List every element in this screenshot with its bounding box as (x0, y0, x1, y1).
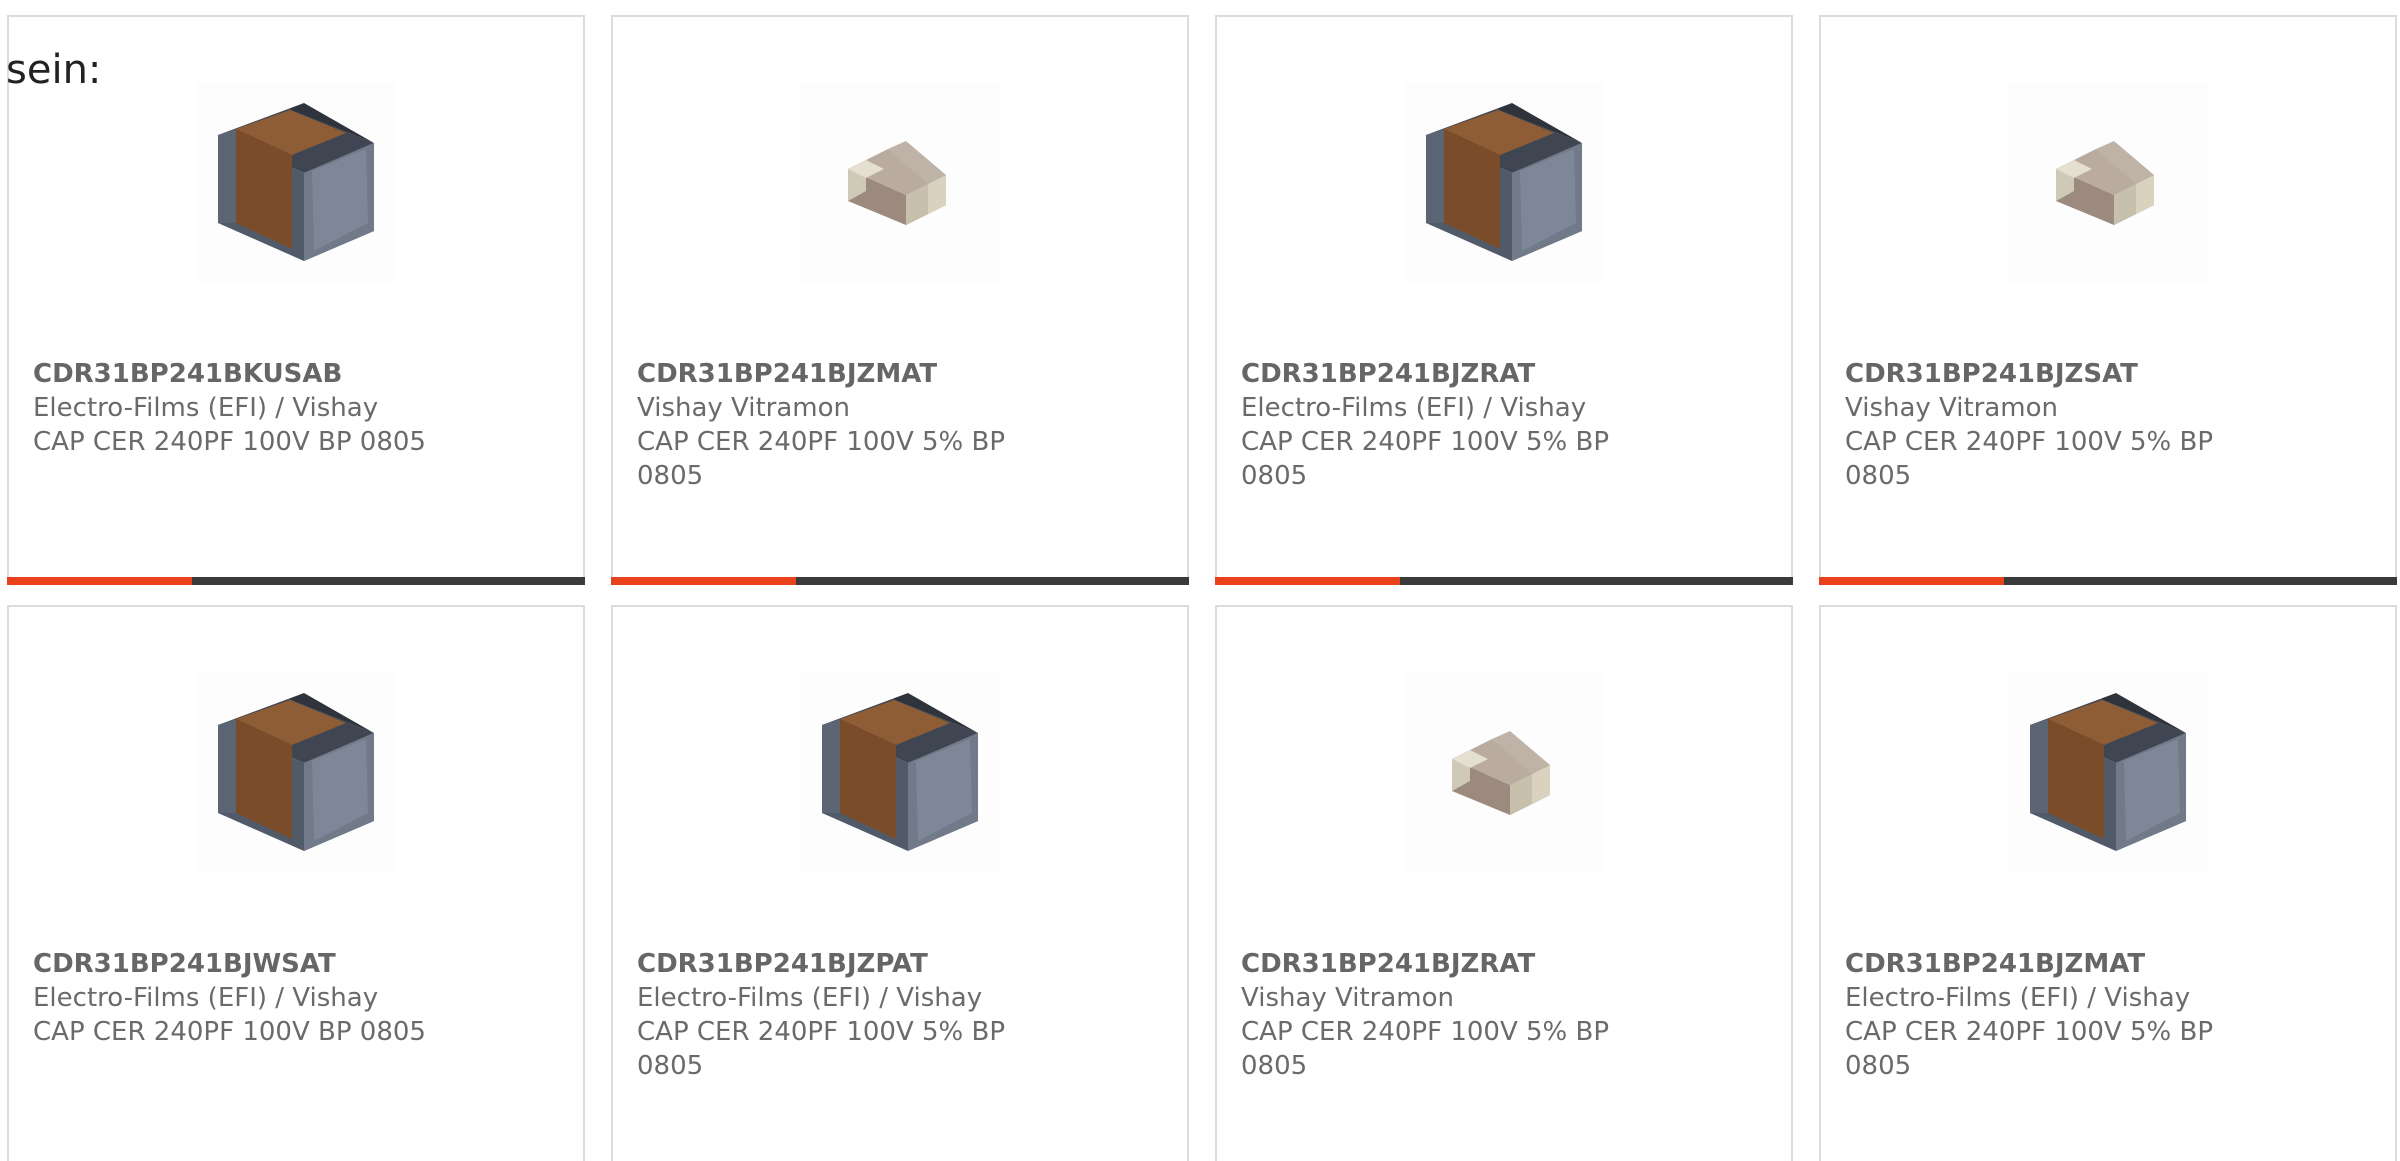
card-accent-fill (1819, 577, 2004, 585)
product-description: CAP CER 240PF 100V BP 0805 (33, 427, 426, 457)
product-manufacturer: Electro-Films (EFI) / Vishay (1241, 393, 1587, 423)
large-capacitor-icon[interactable] (1404, 83, 1604, 283)
product-card[interactable]: CDR31BP241BJWSAT Electro-Films (EFI) / Vi… (7, 605, 585, 1161)
card-accent-bar (1819, 577, 2397, 585)
product-part-number[interactable]: CDR31BP241BJWSAT (33, 947, 443, 981)
product-info: CDR31BP241BJZMAT Electro-Films (EFI) / Vi… (1845, 947, 2255, 1083)
product-grid: CDR31BP241BKUSAB Electro-Films (EFI) / Vi… (7, 15, 2400, 1161)
product-manufacturer: Vishay Vitramon (637, 393, 851, 423)
product-info: CDR31BP241BKUSAB Electro-Films (EFI) / Vi… (33, 357, 443, 459)
product-info: CDR31BP241BJZMAT Vishay Vitramon CAP CER 2… (637, 357, 1047, 493)
product-description: CAP CER 240PF 100V BP 0805 (33, 1017, 426, 1047)
small-capacitor-icon[interactable] (2008, 83, 2208, 283)
product-card[interactable]: CDR31BP241BJZRAT Vishay Vitramon CAP CER 2… (1215, 605, 1793, 1161)
product-part-number[interactable]: CDR31BP241BJZSAT (1845, 357, 2255, 391)
product-manufacturer: Electro-Films (EFI) / Vishay (637, 983, 983, 1013)
product-description: CAP CER 240PF 100V 5% BP 0805 (637, 1017, 1006, 1081)
small-capacitor-icon[interactable] (800, 83, 1000, 283)
product-part-number[interactable]: CDR31BP241BJZRAT (1241, 357, 1651, 391)
intro-text: sein: (6, 47, 102, 93)
product-info: CDR31BP241BJZRAT Electro-Films (EFI) / Vi… (1241, 357, 1651, 493)
product-description: CAP CER 240PF 100V 5% BP 0805 (637, 427, 1006, 491)
large-capacitor-icon[interactable] (196, 83, 396, 283)
product-description: CAP CER 240PF 100V 5% BP 0805 (1845, 427, 2214, 491)
product-part-number[interactable]: CDR31BP241BJZPAT (637, 947, 1047, 981)
product-part-number[interactable]: CDR31BP241BJZMAT (637, 357, 1047, 391)
product-manufacturer: Electro-Films (EFI) / Vishay (33, 983, 379, 1013)
product-manufacturer: Electro-Films (EFI) / Vishay (33, 393, 379, 423)
product-info: CDR31BP241BJZSAT Vishay Vitramon CAP CER 2… (1845, 357, 2255, 493)
product-description: CAP CER 240PF 100V 5% BP 0805 (1241, 1017, 1610, 1081)
product-card[interactable]: CDR31BP241BKUSAB Electro-Films (EFI) / Vi… (7, 15, 585, 585)
large-capacitor-icon[interactable] (2008, 673, 2208, 873)
card-accent-bar (7, 577, 585, 585)
product-manufacturer: Vishay Vitramon (1845, 393, 2059, 423)
product-info: CDR31BP241BJZPAT Electro-Films (EFI) / Vi… (637, 947, 1047, 1083)
small-capacitor-icon[interactable] (1404, 673, 1604, 873)
product-card[interactable]: CDR31BP241BJZSAT Vishay Vitramon CAP CER 2… (1819, 15, 2397, 585)
product-card[interactable]: CDR31BP241BJZMAT Vishay Vitramon CAP CER 2… (611, 15, 1189, 585)
product-part-number[interactable]: CDR31BP241BJZRAT (1241, 947, 1651, 981)
product-manufacturer: Electro-Films (EFI) / Vishay (1845, 983, 2191, 1013)
product-description: CAP CER 240PF 100V 5% BP 0805 (1845, 1017, 2214, 1081)
product-part-number[interactable]: CDR31BP241BJZMAT (1845, 947, 2255, 981)
product-info: CDR31BP241BJZRAT Vishay Vitramon CAP CER 2… (1241, 947, 1651, 1083)
product-card[interactable]: CDR31BP241BJZRAT Electro-Films (EFI) / Vi… (1215, 15, 1793, 585)
card-accent-fill (1215, 577, 1400, 585)
large-capacitor-icon[interactable] (800, 673, 1000, 873)
product-part-number[interactable]: CDR31BP241BKUSAB (33, 357, 443, 391)
card-accent-bar (1215, 577, 1793, 585)
product-card[interactable]: CDR31BP241BJZMAT Electro-Films (EFI) / Vi… (1819, 605, 2397, 1161)
card-accent-fill (7, 577, 192, 585)
card-accent-fill (611, 577, 796, 585)
card-accent-bar (611, 577, 1189, 585)
product-info: CDR31BP241BJWSAT Electro-Films (EFI) / Vi… (33, 947, 443, 1049)
product-manufacturer: Vishay Vitramon (1241, 983, 1455, 1013)
product-description: CAP CER 240PF 100V 5% BP 0805 (1241, 427, 1610, 491)
large-capacitor-icon[interactable] (196, 673, 396, 873)
product-card[interactable]: CDR31BP241BJZPAT Electro-Films (EFI) / Vi… (611, 605, 1189, 1161)
